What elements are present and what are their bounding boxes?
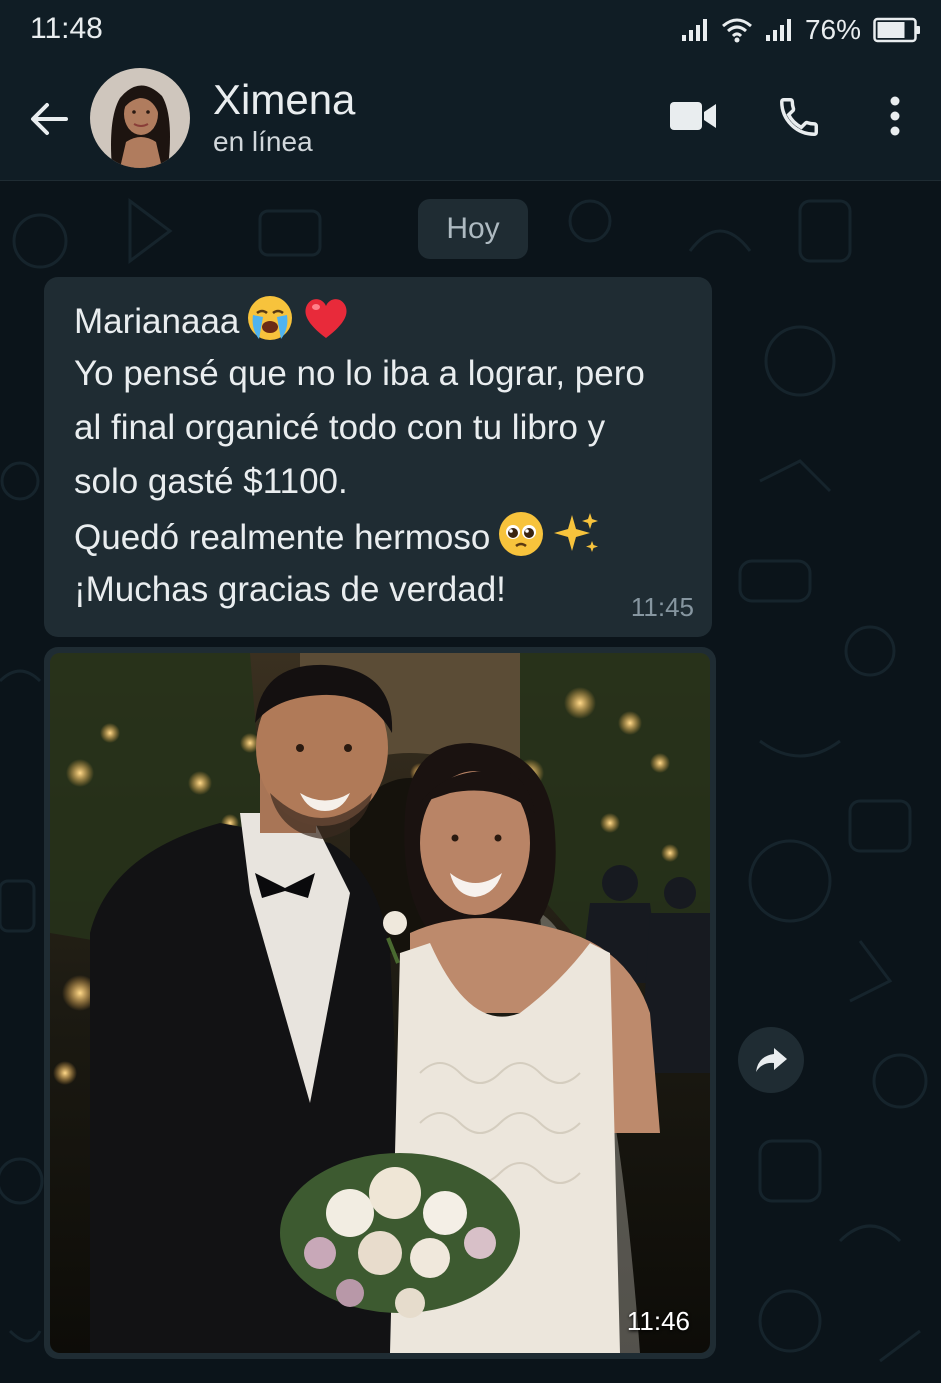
contact-status: en línea: [213, 126, 313, 157]
loudly-crying-face-icon: [248, 296, 293, 340]
signal-icon-2: [765, 19, 791, 41]
message-text: Marianaaa Yo pensé que no lo iba a logra…: [74, 293, 704, 617]
chat-header: Ximena en línea: [0, 60, 941, 181]
message-line: Marianaaa: [74, 293, 704, 347]
avatar-photo: [90, 68, 190, 168]
image-time: 11:46: [626, 1306, 690, 1336]
forward-icon: [756, 1048, 787, 1072]
more-vert-icon[interactable]: [884, 94, 906, 140]
message-line: Yo pensé que no lo iba a lograr, pero: [74, 354, 645, 393]
battery-percent: 76%: [804, 14, 861, 45]
message-line: solo gasté $1100.: [74, 462, 348, 501]
signal-icon: [681, 19, 707, 41]
avatar[interactable]: [90, 68, 190, 168]
wifi-icon: [721, 18, 752, 43]
pleading-face-icon: [499, 512, 544, 556]
message-line-text: Marianaaa: [74, 302, 240, 341]
contact-name[interactable]: Ximena: [213, 76, 355, 124]
message-line: ¡Muchas gracias de verdad!: [74, 570, 506, 609]
status-time: 11:48: [30, 12, 103, 45]
video-call-icon[interactable]: [668, 98, 718, 134]
image-message-bubble[interactable]: 11:46: [44, 647, 716, 1359]
message-time: 11:45: [630, 592, 694, 622]
status-bar: 11:48 76%: [0, 0, 941, 60]
message-line: Quedó realmente hermoso: [74, 509, 704, 563]
message-bubble[interactable]: Marianaaa Yo pensé que no lo iba a logra…: [44, 277, 712, 637]
status-icons: 76%: [681, 14, 921, 46]
message-line-text: Quedó realmente hermoso: [74, 518, 491, 557]
battery-icon: [873, 17, 920, 43]
message-line: al final organicé todo con tu libro y: [74, 408, 606, 447]
photo-illustration: [50, 653, 710, 1353]
chat-area[interactable]: Hoy Marianaaa Yo pensé que no lo iba a l…: [0, 181, 941, 1383]
red-heart-icon: [305, 299, 347, 338]
forward-button[interactable]: [738, 1027, 804, 1093]
phone-icon[interactable]: [776, 94, 822, 140]
date-chip: Hoy: [418, 199, 528, 259]
back-arrow-icon[interactable]: [26, 96, 72, 142]
sparkles-icon: [554, 513, 599, 552]
wedding-couple-photo[interactable]: 11:46: [50, 653, 710, 1353]
